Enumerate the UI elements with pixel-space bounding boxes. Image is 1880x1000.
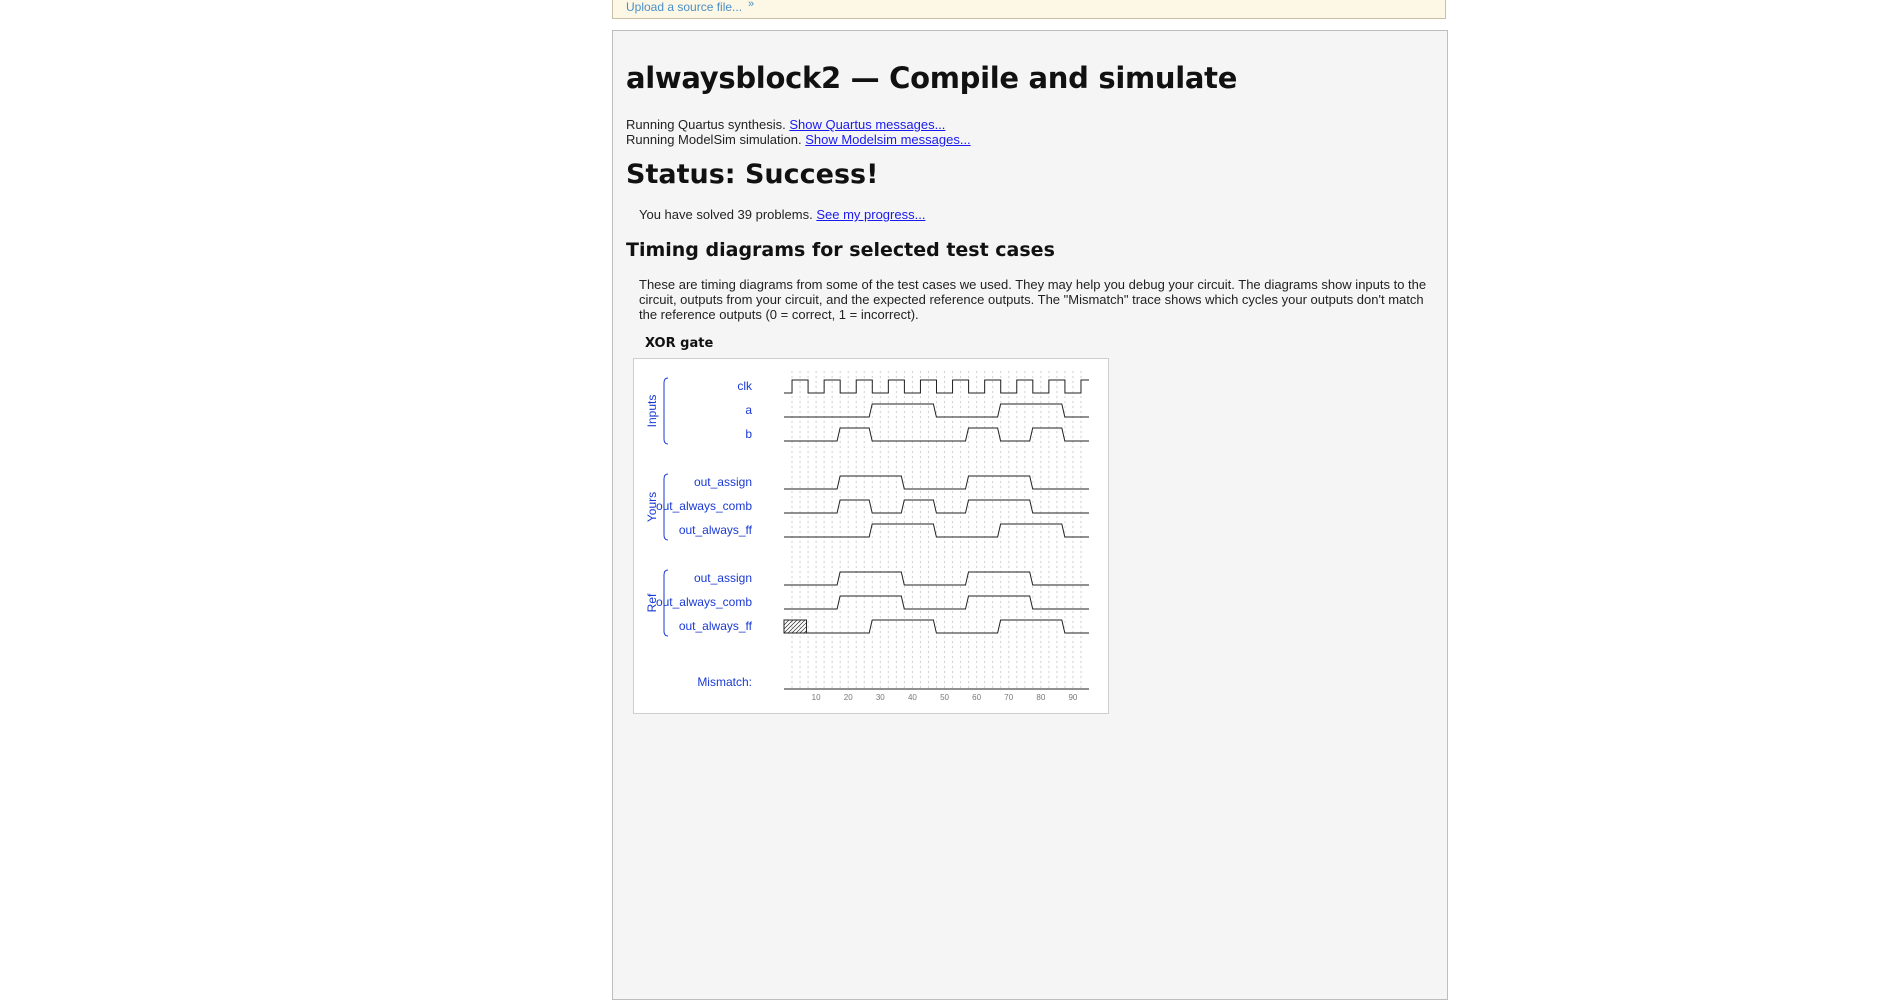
signal-label: out_assign <box>694 475 752 489</box>
group-label: Inputs <box>645 395 659 428</box>
timing-description: These are timing diagrams from some of t… <box>639 277 1427 322</box>
signal-label: a <box>745 403 752 417</box>
modelsim-text: Running ModelSim simulation. <box>626 132 802 147</box>
timing-diagram-svg: 10 20 30 40 50 60 70 80 90clkabInputsout_assigno… <box>645 371 1089 702</box>
waveform-trace <box>784 403 1089 418</box>
status-heading: Status: Success! <box>626 159 879 190</box>
expand-chevron-icon[interactable]: » <box>748 0 754 10</box>
hatch-line <box>791 619 806 634</box>
timing-diagram: 10 20 30 40 50 60 70 80 90 clk a b Inputs out_assign o… <box>633 358 1109 714</box>
hatch-line <box>799 626 807 634</box>
time-tick-label: 60 <box>972 693 981 702</box>
quartus-text: Running Quartus synthesis. <box>626 117 786 132</box>
hatch-line <box>783 619 798 634</box>
time-tick-label: 30 <box>876 693 885 702</box>
page-title: alwaysblock2 — Compile and simulate <box>626 61 1238 95</box>
signal-label: out_always_comb <box>656 499 752 513</box>
waveform-trace <box>784 427 1089 442</box>
signal-label: clk <box>737 379 753 393</box>
signal-label: out_always_comb <box>656 595 752 609</box>
hatch-line <box>783 619 790 626</box>
group-bracket <box>663 377 669 445</box>
timing-heading: Timing diagrams for selected test cases <box>626 239 1055 261</box>
time-tick-label: 10 <box>812 693 821 702</box>
time-tick-label: 20 <box>844 693 853 702</box>
time-tick-label: 40 <box>908 693 917 702</box>
modelsim-line: Running ModelSim simulation. Show Models… <box>626 132 971 147</box>
signal-label: out_always_ff <box>679 619 753 633</box>
waveform-trace <box>784 523 1089 538</box>
testcase-title: XOR gate <box>645 336 714 351</box>
time-tick-label: 80 <box>1036 693 1045 702</box>
signal-label: b <box>745 427 752 441</box>
waveform-trace <box>784 571 1089 586</box>
upload-bar: Upload a source file... » <box>612 0 1446 19</box>
upload-source-link[interactable]: Upload a source file... <box>626 0 742 14</box>
show-quartus-messages-link[interactable]: Show Quartus messages... <box>789 117 945 132</box>
signal-label: out_always_ff <box>679 523 753 537</box>
group-label: Ref <box>645 593 659 612</box>
waveform-trace <box>806 619 1089 634</box>
quartus-line: Running Quartus synthesis. Show Quartus … <box>626 117 945 132</box>
time-tick-label: 70 <box>1004 693 1013 702</box>
waveform-trace <box>784 379 1089 394</box>
see-progress-link[interactable]: See my progress... <box>816 207 925 222</box>
signal-label: out_assign <box>694 571 752 585</box>
group-label: Yours <box>645 492 659 522</box>
time-tick-label: 50 <box>940 693 949 702</box>
solved-text: You have solved 39 problems. <box>639 207 813 222</box>
show-modelsim-messages-link[interactable]: Show Modelsim messages... <box>805 132 970 147</box>
results-panel: alwaysblock2 — Compile and simulate Runn… <box>612 30 1448 1000</box>
time-tick-label: 90 <box>1068 693 1077 702</box>
mismatch-label: Mismatch: <box>697 675 752 689</box>
solved-line: You have solved 39 problems. See my prog… <box>639 207 925 222</box>
hatch-line <box>787 619 802 634</box>
